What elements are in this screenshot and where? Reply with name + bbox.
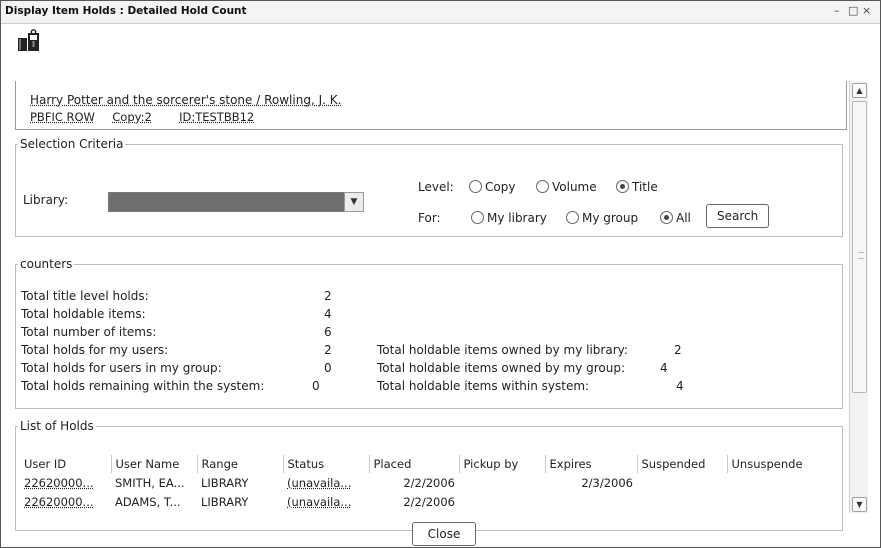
counter-value: 0 xyxy=(324,361,332,375)
window-title: Display Item Holds : Detailed Hold Count xyxy=(5,5,247,17)
pickup-by-cell xyxy=(459,492,545,511)
counter-label: Total holdable items owned by my library… xyxy=(377,343,628,357)
grip-icon xyxy=(858,252,864,259)
status-link[interactable]: (unavaila... xyxy=(287,476,351,490)
counter-label: Total holds for users in my group: xyxy=(21,361,222,375)
counter-label: Total holds for my users: xyxy=(21,343,169,357)
chevron-up-icon[interactable]: ▲ xyxy=(852,83,867,98)
maximize-button[interactable]: □ xyxy=(848,4,858,17)
holds-header-row: User ID User Name Range Status Placed Pi… xyxy=(20,455,815,473)
user-name-cell: SMITH, EA... xyxy=(115,475,185,490)
table-row[interactable]: 22620000... SMITH, EA... LIBRARY (unavai… xyxy=(20,473,815,492)
unsuspend-cell xyxy=(727,473,815,492)
column-header-pickup-by[interactable]: Pickup by xyxy=(459,455,546,473)
column-header-placed[interactable]: Placed xyxy=(369,455,460,473)
for-radio-my-group[interactable]: My group xyxy=(566,211,638,225)
column-header-unsuspend[interactable]: Unsuspende xyxy=(727,455,815,473)
scrollbar-thumb[interactable] xyxy=(852,101,867,393)
counter-value: 0 xyxy=(312,379,320,393)
counter-label: Total holdable items owned by my group: xyxy=(377,361,626,375)
list-of-holds-legend: List of Holds xyxy=(20,419,94,433)
close-window-button[interactable]: × xyxy=(862,4,871,17)
expires-cell xyxy=(545,492,637,511)
minimize-button[interactable]: – xyxy=(834,4,840,17)
counter-value: 6 xyxy=(324,325,332,339)
table-row[interactable]: 22620000... ADAMS, T... LIBRARY (unavail… xyxy=(20,492,815,511)
chevron-down-icon[interactable]: ▼ xyxy=(852,497,867,512)
range-cell: LIBRARY xyxy=(201,494,249,509)
item-title-link[interactable]: Harry Potter and the sorcerer's stone / … xyxy=(30,93,341,107)
vertical-scrollbar[interactable]: ▲ ▼ xyxy=(849,81,868,513)
library-select[interactable]: ▼ xyxy=(108,192,364,212)
column-header-user-name[interactable]: User Name xyxy=(111,455,198,473)
user-name-cell: ADAMS, T... xyxy=(115,494,181,509)
counter-label: Total number of items: xyxy=(21,325,157,339)
user-id-link[interactable]: 22620000... xyxy=(24,476,94,490)
holds-table: User ID User Name Range Status Placed Pi… xyxy=(20,455,815,511)
column-header-expires[interactable]: Expires xyxy=(545,455,638,473)
user-id-link[interactable]: 22620000... xyxy=(24,495,94,509)
counter-value: 2 xyxy=(324,289,332,303)
counter-value: 2 xyxy=(324,343,332,357)
suspended-cell xyxy=(637,492,727,511)
unsuspend-cell xyxy=(727,492,815,511)
hold-count-window: Display Item Holds : Detailed Hold Count… xyxy=(0,0,881,548)
chevron-down-icon[interactable]: ▼ xyxy=(344,192,364,212)
list-of-holds-group: List of Holds User ID User Name Range St… xyxy=(15,419,843,531)
for-radio-all[interactable]: All xyxy=(660,211,691,225)
pickup-by-cell xyxy=(459,473,545,492)
counters-legend: counters xyxy=(20,257,73,271)
column-header-user-id[interactable]: User ID xyxy=(20,455,112,473)
selection-criteria-group: Selection Criteria Library: ▼ Level: Cop… xyxy=(15,137,843,237)
search-button[interactable]: Search xyxy=(706,204,770,228)
level-label: Level: xyxy=(418,180,454,194)
level-radio-copy[interactable]: Copy xyxy=(469,180,515,194)
item-info-box: Harry Potter and the sorcerer's stone / … xyxy=(15,81,847,130)
counter-label: Total title level holds: xyxy=(21,289,149,303)
library-label: Library: xyxy=(23,193,69,207)
counter-value: 2 xyxy=(674,343,682,357)
item-id: ID:TESTBB12 xyxy=(179,110,255,124)
title-bar: Display Item Holds : Detailed Hold Count… xyxy=(1,1,880,24)
level-radio-title[interactable]: Title xyxy=(616,180,658,194)
expires-cell: 2/3/2006 xyxy=(581,475,633,490)
counter-value: 4 xyxy=(676,379,684,393)
call-number: PBFIC ROW xyxy=(30,110,95,124)
placed-cell: 2/2/2006 xyxy=(403,475,455,490)
counters-group: counters Total title level holds: 2 Tota… xyxy=(15,257,843,409)
hold-item-icon[interactable] xyxy=(17,29,45,53)
column-header-suspended[interactable]: Suspended xyxy=(637,455,728,473)
item-details: PBFIC ROW Copy:2 ID:TESTBB12 xyxy=(30,110,254,124)
for-radio-my-library[interactable]: My library xyxy=(471,211,547,225)
placed-cell: 2/2/2006 xyxy=(403,494,455,509)
column-header-range[interactable]: Range xyxy=(197,455,284,473)
counter-value: 4 xyxy=(660,361,668,375)
level-radio-volume[interactable]: Volume xyxy=(536,180,597,194)
selection-criteria-legend: Selection Criteria xyxy=(20,137,124,151)
column-header-status[interactable]: Status xyxy=(283,455,370,473)
status-link[interactable]: (unavaila... xyxy=(287,495,351,509)
counter-label: Total holds remaining within the system: xyxy=(21,379,265,393)
suspended-cell xyxy=(637,473,727,492)
copy-number: Copy:2 xyxy=(112,110,152,124)
counter-value: 4 xyxy=(324,307,332,321)
counter-label: Total holdable items: xyxy=(21,307,146,321)
for-label: For: xyxy=(418,211,441,225)
range-cell: LIBRARY xyxy=(201,475,249,490)
counter-label: Total holdable items within system: xyxy=(377,379,590,393)
close-button[interactable]: Close xyxy=(412,522,476,546)
content-scroll-area: Harry Potter and the sorcerer's stone / … xyxy=(15,81,847,531)
